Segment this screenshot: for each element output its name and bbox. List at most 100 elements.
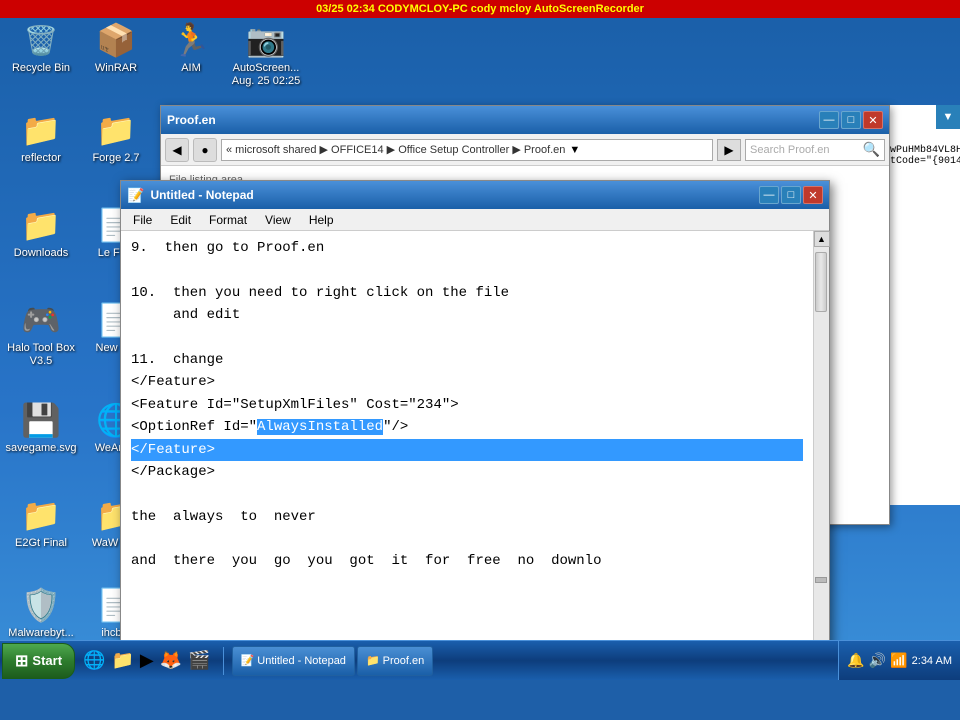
explorer-address-dropdown[interactable]: ▼ [569, 144, 580, 156]
text-line-package-close: </Package> [131, 461, 803, 483]
notepad-menubar: File Edit Format View Help [121, 209, 829, 231]
scrollbar-track[interactable] [814, 247, 829, 643]
text-line-9: 9. then go to Proof.en [131, 237, 803, 259]
desktop-icon-downloads[interactable]: 📁 Downloads [5, 205, 77, 260]
notepad-titlebar: 📝 Untitled - Notepad — □ ✕ [121, 181, 829, 209]
explorer-close-btn[interactable]: ✕ [863, 111, 883, 129]
taskbar: ⊞ Start 🌐 📁 ▶ 🦊 🎬 📝 Untitled - Notepad 📁… [0, 640, 960, 680]
scrollbar-up-btn[interactable]: ▲ [814, 231, 830, 247]
notepad-text-content[interactable]: 9. then go to Proof.en 10. then you need… [121, 231, 813, 659]
taskbar-notepad-label: Untitled - Notepad [257, 655, 346, 667]
explorer-window-controls: — □ ✕ [819, 111, 883, 129]
winrar-icon: 📦 [96, 20, 136, 60]
downloads-label: Downloads [14, 247, 68, 260]
explorer-search-placeholder: Search Proof.en [750, 144, 830, 156]
explorer-forward-btn[interactable]: ● [193, 138, 217, 162]
winrar-label: WinRAR [95, 62, 137, 75]
desktop-icon-e2gt[interactable]: 📁 E2Gt Final [5, 495, 77, 550]
menu-edit[interactable]: Edit [162, 211, 199, 229]
menu-file[interactable]: File [125, 211, 160, 229]
desktop-icon-aim[interactable]: 🏃 AIM [155, 20, 227, 75]
explorer-search-icon[interactable]: 🔍 [863, 141, 880, 158]
taskbar-tray: 🔔 🔊 📶 2:34 AM [838, 641, 960, 680]
text-line-and-there: and there you go you got it for free no … [131, 550, 803, 572]
explorer-address-text: « microsoft shared ▶ OFFICE14 ▶ Office S… [226, 143, 565, 156]
desktop-icon-halo-toolbox[interactable]: 🎮 Halo Tool BoxV3.5 [5, 300, 77, 368]
recycle-bin-icon: 🗑️ [21, 20, 61, 60]
taskbar-open-windows: 📝 Untitled - Notepad 📁 Proof.en [228, 641, 839, 680]
quicklaunch-ie-icon[interactable]: 🌐 [83, 650, 105, 671]
desktop-icon-winrar[interactable]: 📦 WinRAR [80, 20, 152, 75]
explorer-nav-bar: ◀ ● « microsoft shared ▶ OFFICE14 ▶ Offi… [161, 134, 889, 166]
text-line-feature-close2-selected: </Feature> [131, 439, 803, 461]
explorer-maximize-btn[interactable]: □ [841, 111, 861, 129]
malware-icon: 🛡️ [21, 585, 61, 625]
quicklaunch-firefox-icon[interactable]: 🦊 [160, 650, 182, 671]
start-button[interactable]: ⊞ Start [2, 643, 75, 679]
quicklaunch-video-icon[interactable]: 🎬 [188, 650, 210, 671]
notepad-window-controls: — □ ✕ [759, 186, 823, 204]
desktop-icon-reflector[interactable]: 📁 reflector [5, 110, 77, 165]
text-line-blank4 [131, 528, 803, 550]
menu-help[interactable]: Help [301, 211, 342, 229]
taskbar-notepad-icon: 📝 [241, 654, 255, 667]
text-line-11: 11. change [131, 349, 803, 371]
explorer-minimize-btn[interactable]: — [819, 111, 839, 129]
notepad-minimize-btn[interactable]: — [759, 186, 779, 204]
notepad-close-btn[interactable]: ✕ [803, 186, 823, 204]
reflector-label: reflector [21, 152, 61, 165]
quicklaunch-folder-icon[interactable]: 📁 [111, 650, 133, 671]
text-line-blank3 [131, 483, 803, 505]
quicklaunch-media-icon[interactable]: ▶ [140, 650, 154, 671]
savegame-icon: 💾 [21, 400, 61, 440]
notepad-maximize-btn[interactable]: □ [781, 186, 801, 204]
scrollbar-thumb[interactable] [815, 252, 827, 312]
savegame-label: savegame.svg [6, 442, 77, 455]
forge-label: Forge 2.7 [92, 152, 139, 165]
taskbar-explorer-icon: 📁 [366, 654, 380, 667]
tray-volume-icon[interactable]: 🔊 [869, 652, 886, 669]
right-panel-restore-btn[interactable]: ▼ [936, 105, 960, 129]
text-line-feature-close1: </Feature> [131, 371, 803, 393]
menu-format[interactable]: Format [201, 211, 255, 229]
highlighted-text-alwaysinstalled: AlwaysInstalled [257, 419, 383, 435]
recycle-bin-label: Recycle Bin [12, 62, 70, 75]
explorer-go-btn[interactable]: ▶ [717, 139, 741, 161]
desktop-icon-recycle-bin[interactable]: 🗑️ Recycle Bin [5, 20, 77, 75]
taskbar-explorer-label: Proof.en [383, 655, 425, 667]
downloads-icon: 📁 [21, 205, 61, 245]
tray-network-icon[interactable]: 📶 [890, 652, 907, 669]
aim-icon: 🏃 [171, 20, 211, 60]
explorer-titlebar: Proof.en — □ ✕ [161, 106, 889, 134]
explorer-address-bar[interactable]: « microsoft shared ▶ OFFICE14 ▶ Office S… [221, 139, 713, 161]
notepad-vertical-scrollbar[interactable]: ▲ ▼ [813, 231, 829, 659]
desktop: 03/25 02:34 CODYMCLOY-PC cody mcloy Auto… [0, 0, 960, 680]
explorer-back-btn[interactable]: ◀ [165, 138, 189, 162]
taskbar-explorer-btn[interactable]: 📁 Proof.en [357, 646, 433, 676]
top-notification-bar: 03/25 02:34 CODYMCLOY-PC cody mcloy Auto… [0, 0, 960, 18]
desktop-icon-autoscreen[interactable]: 📷 AutoScreen...Aug. 25 02:25 [230, 20, 302, 88]
text-line-blank2 [131, 327, 803, 349]
tray-notification-icon[interactable]: 🔔 [847, 652, 864, 669]
start-label: Start [32, 653, 62, 668]
e2gt-label: E2Gt Final [15, 537, 67, 550]
notepad-title: Untitled - Notepad [150, 188, 253, 202]
desktop-icon-savegame[interactable]: 💾 savegame.svg [5, 400, 77, 455]
text-line-optionref: <OptionRef Id="AlwaysInstalled"/> [131, 416, 803, 438]
halo-toolbox-icon: 🎮 [21, 300, 61, 340]
explorer-search-box[interactable]: Search Proof.en 🔍 [745, 139, 885, 161]
tray-clock[interactable]: 2:34 AM [912, 655, 952, 667]
forge-icon: 📁 [96, 110, 136, 150]
notepad-app-icon: 📝 [127, 187, 144, 204]
menu-view[interactable]: View [257, 211, 299, 229]
text-line-blank1 [131, 259, 803, 281]
text-line-feature-open: <Feature Id="SetupXmlFiles" Cost="234"> [131, 394, 803, 416]
desktop-icon-forge[interactable]: 📁 Forge 2.7 [80, 110, 152, 165]
tray-time-display: 2:34 AM [912, 655, 952, 667]
autoscreen-label: AutoScreen...Aug. 25 02:25 [232, 62, 301, 88]
taskbar-notepad-btn[interactable]: 📝 Untitled - Notepad [232, 646, 355, 676]
top-bar-text: 03/25 02:34 CODYMCLOY-PC cody mcloy Auto… [316, 3, 644, 15]
e2gt-icon: 📁 [21, 495, 61, 535]
reflector-icon: 📁 [21, 110, 61, 150]
text-line-10b: and edit [131, 304, 803, 326]
